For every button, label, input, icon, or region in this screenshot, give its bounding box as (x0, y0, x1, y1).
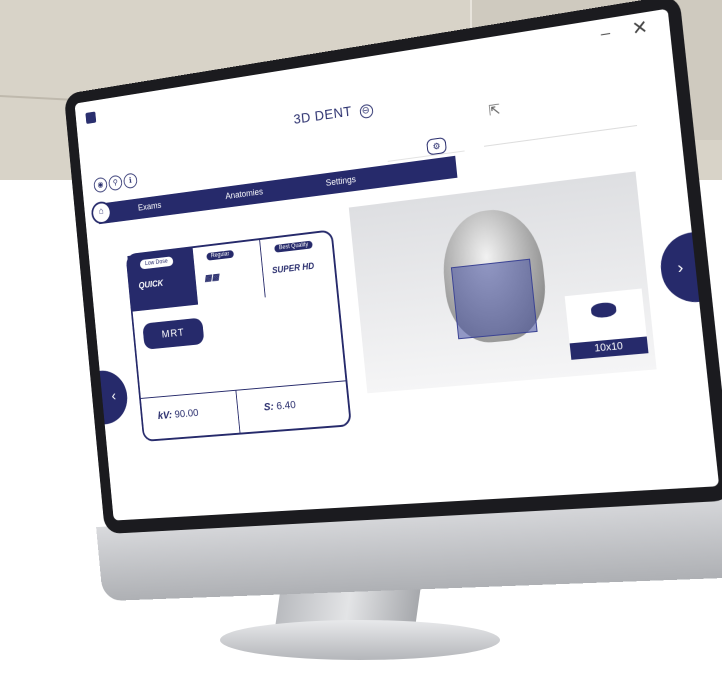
mode-quick[interactable]: Low Dose QUICK (127, 248, 199, 312)
mode-regular[interactable]: Regular ▦▦ (192, 239, 266, 305)
skull-preview[interactable]: 10x10 (348, 171, 657, 394)
param-divider (235, 390, 241, 433)
screen-frame: – ✕ ⇱ 3D DENT ⊖ ◉ ⚲ ℹ ⚙ Exams Anatomies … (63, 0, 722, 602)
acquisition-panel: Low Dose QUICK Regular ▦▦ Best Quality S… (125, 229, 352, 442)
tab-exams[interactable]: Exams (138, 200, 162, 212)
info-button[interactable]: ℹ (122, 172, 138, 190)
mode-tag-regular: Regular (205, 248, 236, 262)
exposure-params: kV: 90.00 S: 6.40 (140, 380, 350, 440)
mouse-cursor-icon: ⇱ (487, 100, 502, 119)
mode-name-regular: ▦▦ (203, 271, 220, 283)
fov-cylinder-icon (590, 301, 617, 319)
mode-super-hd[interactable]: Best Quality SUPER HD (260, 232, 335, 298)
title-menu-icon[interactable]: ⊖ (358, 103, 374, 120)
mode-tag-best-quality: Best Quality (273, 239, 315, 254)
header-button-2[interactable]: ⚲ (108, 174, 123, 192)
app-icon (85, 111, 97, 124)
mode-name-super-hd: SUPER HD (271, 260, 315, 276)
search-input[interactable] (482, 108, 638, 147)
kv-readout: kV: 90.00 (157, 407, 199, 422)
fov-selector[interactable]: 10x10 (564, 288, 649, 360)
kv-value: 90.00 (174, 407, 199, 421)
kv-label: kV: (157, 409, 173, 422)
s-value: 6.40 (275, 399, 297, 413)
monitor: – ✕ ⇱ 3D DENT ⊖ ◉ ⚲ ℹ ⚙ Exams Anatomies … (0, 0, 722, 683)
monitor-base (220, 620, 500, 660)
mrt-button[interactable]: MRT (142, 317, 205, 350)
app-title: 3D DENT ⊖ (292, 100, 374, 129)
tab-anatomies[interactable]: Anatomies (225, 187, 263, 201)
fov-overlay[interactable] (450, 258, 538, 340)
mode-name-quick: QUICK (138, 278, 164, 291)
close-button[interactable]: ✕ (631, 16, 649, 40)
fov-label: 10x10 (569, 336, 649, 360)
header-button-1[interactable]: ◉ (93, 176, 108, 194)
s-readout: S: 6.40 (263, 399, 296, 413)
tab-settings[interactable]: Settings (325, 174, 357, 188)
minimize-button[interactable]: – (600, 24, 611, 44)
s-label: S: (263, 401, 275, 414)
mode-tag-low-dose: Low Dose (139, 256, 174, 270)
app-title-text: 3D DENT (292, 102, 353, 127)
